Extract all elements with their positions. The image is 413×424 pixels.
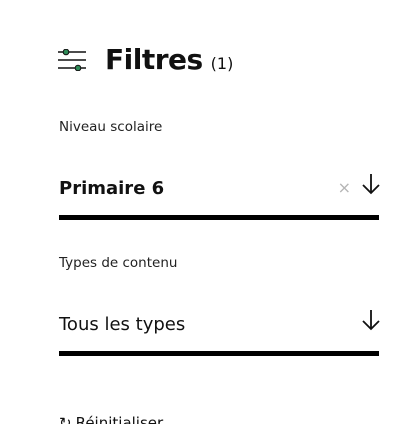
filters-panel: Filtres (1) Niveau scolaire Primaire 6 ×… (0, 0, 413, 424)
select-underline (59, 351, 379, 356)
content-types-select[interactable]: Tous les types (59, 306, 381, 356)
page-title: Filtres (105, 43, 203, 76)
arrow-down-icon[interactable] (361, 308, 381, 332)
grade-level-label: Niveau scolaire (59, 119, 163, 135)
grade-level-select[interactable]: Primaire 6 × (59, 170, 381, 220)
reset-button[interactable]: ↻ Réinitialiser (59, 414, 163, 424)
arrow-down-icon[interactable] (361, 172, 381, 196)
clear-icon[interactable]: × (338, 178, 351, 198)
reset-label: Réinitialiser (75, 414, 164, 424)
content-types-value: Tous les types (59, 314, 186, 335)
grade-level-value: Primaire 6 (59, 178, 165, 199)
filter-sliders-icon[interactable] (58, 49, 86, 71)
select-underline (59, 215, 379, 220)
filters-header: Filtres (1) (58, 42, 233, 78)
content-types-label: Types de contenu (59, 255, 178, 271)
active-filter-count: (1) (210, 53, 234, 73)
reset-icon: ↻ (59, 414, 72, 424)
